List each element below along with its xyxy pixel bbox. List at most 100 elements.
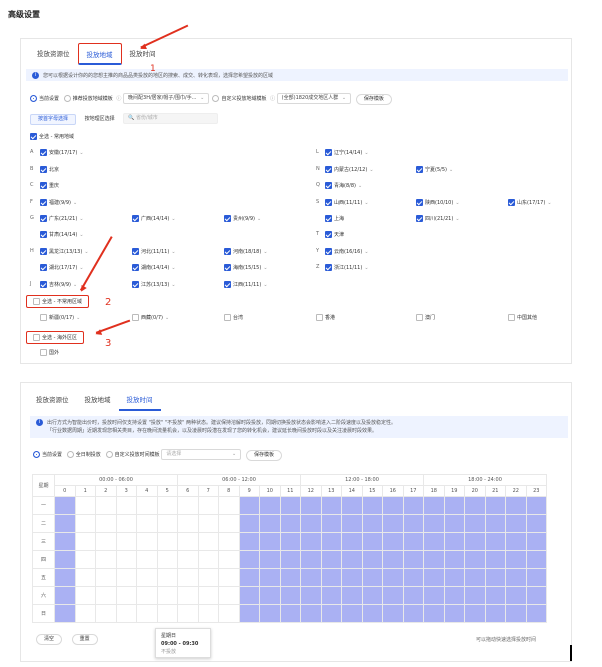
schedule-cell[interactable] [156,550,178,569]
region-item-macau[interactable]: 澳门 [416,314,435,321]
schedule-cell[interactable] [464,496,486,515]
region-item-abroad[interactable]: 国外 [40,349,59,356]
schedule-cell[interactable] [54,514,76,533]
schedule-cell[interactable] [95,514,117,533]
schedule-cell[interactable] [115,604,137,623]
region-item-shanghai[interactable]: 上海 [325,215,344,222]
schedule-cell[interactable] [443,586,465,605]
region-item-shandong[interactable]: 山东(17/17) ⌄ [508,199,552,206]
schedule-cell[interactable] [300,604,322,623]
schedule-cell[interactable] [259,514,281,533]
schedule-cell[interactable] [361,514,383,533]
schedule-cell[interactable] [177,532,199,551]
schedule-cell[interactable] [259,604,281,623]
region-item-hebei[interactable]: 河北(11/11) ⌄ [132,248,176,255]
schedule-cell[interactable] [136,514,158,533]
schedule-cell[interactable] [320,550,342,569]
chevron-down-icon[interactable]: ⌄ [364,265,368,271]
schedule-cell[interactable] [54,496,76,515]
schedule-cell[interactable] [74,550,96,569]
schedule-cell[interactable] [423,568,445,587]
checkbox[interactable] [40,248,47,255]
region-item-other-china[interactable]: 中国其他 [508,314,537,321]
schedule-cell[interactable] [54,550,76,569]
checkbox[interactable] [224,281,231,288]
schedule-cell[interactable] [259,586,281,605]
checkbox[interactable] [416,314,423,321]
region-item-guangdong[interactable]: 广东(21/21) ⌄ [40,215,84,222]
checkbox[interactable] [40,166,47,173]
chevron-down-icon[interactable]: ⌄ [263,249,267,255]
schedule-cell[interactable] [95,550,117,569]
radio-all-day[interactable] [66,451,74,458]
schedule-cell[interactable] [238,496,260,515]
checkbox[interactable] [224,264,231,271]
region-item-chongqing[interactable]: 重庆 [40,182,59,189]
schedule-cell[interactable] [443,532,465,551]
schedule-cell[interactable] [238,568,260,587]
schedule-cell[interactable] [177,586,199,605]
schedule-cell[interactable] [95,568,117,587]
checkbox[interactable] [132,264,139,271]
chevron-down-icon[interactable]: ⌄ [369,167,373,173]
schedule-cell[interactable] [259,568,281,587]
schedule-cell[interactable] [300,568,322,587]
tab-resource[interactable]: 投放资源位 [29,43,78,65]
schedule-cell[interactable] [197,568,219,587]
region-item-jiangsu[interactable]: 江苏(13/13) ⌄ [132,281,176,288]
save-template-button[interactable]: 保存模板 [355,94,392,105]
schedule-grid[interactable]: 星期 00:00 - 06:00 06:00 - 12:00 12:00 - 1… [32,474,547,623]
schedule-cell[interactable] [341,568,363,587]
schedule-cell[interactable] [259,532,281,551]
schedule-cell[interactable] [320,514,342,533]
schedule-cell[interactable] [197,550,219,569]
radio-current[interactable] [30,95,37,102]
region-item-tianjin[interactable]: 天津 [325,231,344,238]
checkbox[interactable] [40,199,47,206]
region-item-hubei[interactable]: 湖北(17/17) ⌄ [40,264,84,271]
schedule-cell[interactable] [361,532,383,551]
region-item-gansu[interactable]: 甘肃(14/14) ⌄ [40,231,84,238]
schedule-cell[interactable] [505,550,527,569]
schedule-cell[interactable] [74,604,96,623]
schedule-cell[interactable] [115,586,137,605]
schedule-cell[interactable] [197,532,219,551]
schedule-cell[interactable] [54,532,76,551]
schedule-cell[interactable] [218,496,240,515]
schedule-cell[interactable] [95,586,117,605]
schedule-cell[interactable] [525,586,547,605]
region-item-zhejiang[interactable]: 浙江(11/11) ⌄ [325,264,369,271]
schedule-cell[interactable] [361,496,383,515]
schedule-cell[interactable] [54,568,76,587]
checkbox[interactable] [40,182,47,189]
schedule-cell[interactable] [341,496,363,515]
schedule-cell[interactable] [279,586,301,605]
schedule-cell[interactable] [320,604,342,623]
schedule-cell[interactable] [238,532,260,551]
chevron-down-icon[interactable]: ⌄ [79,150,83,156]
schedule-cell[interactable] [95,604,117,623]
schedule-cell[interactable] [177,496,199,515]
schedule-cell[interactable] [238,604,260,623]
schedule-cell[interactable] [525,550,547,569]
schedule-cell[interactable] [259,550,281,569]
checkbox[interactable] [30,133,37,140]
checkbox[interactable] [132,248,139,255]
schedule-cell[interactable] [115,532,137,551]
region-item-guangxi[interactable]: 广西(14/14) ⌄ [132,215,176,222]
schedule-cell[interactable] [320,496,342,515]
schedule-cell[interactable] [197,514,219,533]
schedule-cell[interactable] [74,586,96,605]
by-letter-button[interactable]: 按首字母选择 [30,114,77,125]
chevron-down-icon[interactable]: ⌄ [171,216,175,222]
schedule-cell[interactable] [443,514,465,533]
schedule-cell[interactable] [197,586,219,605]
schedule-cell[interactable] [423,586,445,605]
chevron-down-icon[interactable]: ⌄ [165,315,169,321]
chevron-down-icon[interactable]: ⌄ [455,216,459,222]
schedule-cell[interactable] [402,550,424,569]
schedule-cell[interactable] [423,496,445,515]
schedule-cell[interactable] [525,568,547,587]
schedule-cell[interactable] [279,514,301,533]
schedule-cell[interactable] [505,514,527,533]
